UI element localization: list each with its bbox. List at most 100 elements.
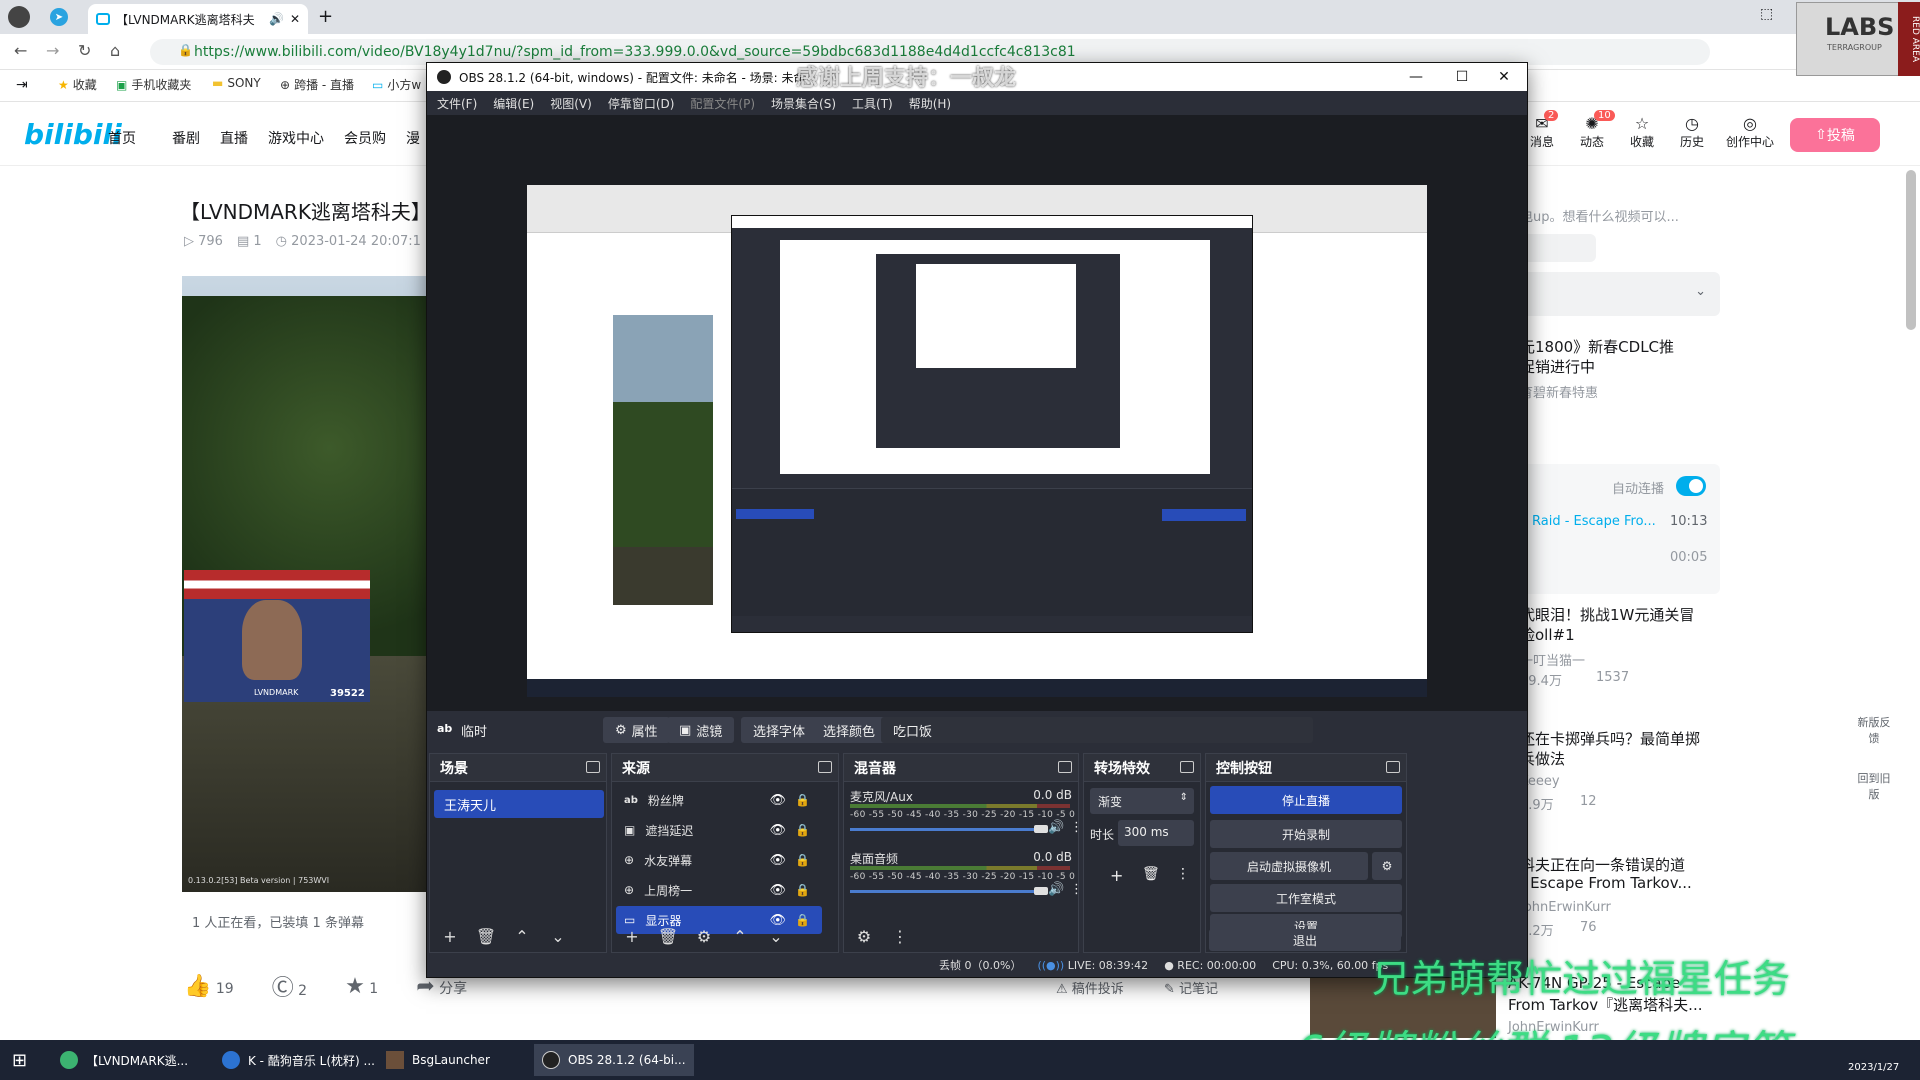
taskbar-app-browser[interactable]: 【LVNDMARK逃...	[52, 1044, 196, 1076]
lock-icon[interactable]: 🔒	[795, 793, 810, 807]
nav-game[interactable]: 游戏中心	[268, 128, 324, 148]
kebab-menu-icon[interactable]: ⋮	[888, 927, 912, 946]
undock-icon[interactable]	[1180, 761, 1194, 773]
rec1-title[interactable]: Raid - Escape Fro...	[1532, 514, 1656, 529]
kebab-menu-icon[interactable]: ⋮	[1070, 820, 1083, 835]
kebab-menu-icon[interactable]: ⋮	[1176, 866, 1190, 882]
virtual-camera-settings-button[interactable]: ⚙	[1372, 852, 1402, 880]
bookmark-mobile[interactable]: ▣ 手机收藏夹	[116, 76, 191, 93]
speaker-icon[interactable]: 🔊	[1048, 882, 1064, 897]
video-player[interactable]: LVNDMARK 39522 0.13.0.2[53] Beta version…	[182, 276, 428, 892]
obs-close-button[interactable]: ✕	[1481, 63, 1527, 91]
side-feedback-button[interactable]: 新版反馈	[1856, 714, 1892, 746]
nav-anime[interactable]: 番剧	[172, 128, 200, 148]
telegram-icon[interactable]: ➤	[50, 8, 68, 26]
arrow-down-icon[interactable]: ⌄	[546, 927, 570, 946]
rec2-title-2[interactable]: 险oll#1	[1520, 624, 1575, 645]
source-item[interactable]: ▣ 遮挡延迟 👁 🔒	[616, 816, 822, 844]
rec4-title[interactable]: 科夫正在向一条错误的道	[1520, 854, 1685, 875]
rec4-title-2[interactable]: - Escape From Tarkov...	[1520, 874, 1692, 892]
nav-favorites[interactable]: ☆ 收藏	[1622, 114, 1662, 150]
forward-icon[interactable]: →	[46, 41, 59, 60]
source-item[interactable]: ab 粉丝牌 👁 🔒	[616, 786, 822, 814]
speaker-icon[interactable]: 🔊	[1048, 820, 1064, 835]
volume-knob[interactable]	[1034, 887, 1048, 895]
text-content-field[interactable]: 吃口饭	[881, 717, 1313, 743]
nav-dynamic[interactable]: ✺ 10 动态	[1572, 110, 1615, 150]
select-color-button[interactable]: 选择颜色	[811, 717, 888, 743]
follow-button[interactable]	[1520, 234, 1596, 262]
arrow-up-icon[interactable]: ⌃	[510, 927, 534, 946]
window-min-icon[interactable]: ⬚	[1760, 6, 1773, 22]
undock-icon[interactable]	[586, 761, 600, 773]
stop-stream-button[interactable]: 停止直播	[1210, 786, 1402, 814]
volume-slider[interactable]	[850, 887, 1048, 895]
rec5-title-2[interactable]: From Tarkov『逃离塔科夫...	[1508, 994, 1702, 1015]
rec4-author[interactable]: JohnErwinKurr	[1520, 900, 1611, 915]
studio-mode-button[interactable]: 工作室模式	[1210, 884, 1402, 912]
nav-home[interactable]: 首页	[108, 128, 136, 148]
source-item[interactable]: ⊕ 上周榜一 👁 🔒	[616, 876, 822, 904]
autoplay-toggle[interactable]	[1676, 476, 1706, 496]
ad-title[interactable]: 元1800》新春CDLC推	[1520, 336, 1674, 357]
nav-history[interactable]: ◷ 历史	[1672, 114, 1712, 150]
volume-slider[interactable]	[850, 825, 1048, 833]
obs-minimize-button[interactable]: —	[1393, 63, 1439, 91]
rec3-title[interactable]: 还在卡掷弹兵吗？最简单掷	[1520, 728, 1700, 749]
gear-icon[interactable]: ⚙	[852, 927, 876, 946]
arrow-down-icon[interactable]: ⌄	[764, 927, 788, 946]
menu-tools[interactable]: 工具(T)	[852, 95, 893, 112]
taskbar-app-kugou[interactable]: K - 酷狗音乐 L(枕籽) ...	[214, 1044, 383, 1076]
favorite-button[interactable]: ★ 1	[345, 974, 378, 999]
nav-creator[interactable]: ◎ 创作中心	[1722, 114, 1778, 150]
nav-shop[interactable]: 会员购	[344, 128, 386, 148]
source-item[interactable]: ⊕ 水友弹幕 👁 🔒	[616, 846, 822, 874]
visibility-icon[interactable]: 👁	[769, 853, 786, 868]
menu-edit[interactable]: 编辑(E)	[493, 95, 534, 112]
ad-title-2[interactable]: 促销进行中	[1520, 356, 1595, 377]
rec5-title[interactable]: AK-74N GP-25 - Escape	[1508, 974, 1680, 992]
trash-icon[interactable]: 🗑	[656, 927, 680, 946]
browser-menu-icon[interactable]	[8, 6, 30, 28]
filters-button[interactable]: ▣ 滤镜	[667, 717, 735, 743]
undock-icon[interactable]	[1058, 761, 1072, 773]
trash-icon[interactable]: 🗑	[474, 927, 498, 946]
bookmark-sony[interactable]: ▬ SONY	[212, 76, 261, 90]
sidebar-toggle-icon[interactable]: ⇥	[16, 77, 28, 93]
rec2-title[interactable]: 代眼泪！挑战1W元通关冒	[1520, 604, 1694, 625]
add-icon[interactable]: +	[620, 927, 644, 946]
menu-docks[interactable]: 停靠窗口(D)	[608, 95, 675, 112]
new-tab-button[interactable]: +	[318, 6, 333, 27]
select-font-button[interactable]: 选择字体	[741, 717, 818, 743]
transition-select[interactable]: 渐变 ⇕	[1090, 788, 1194, 814]
undock-icon[interactable]	[818, 761, 832, 773]
obs-preview-canvas[interactable]	[527, 185, 1427, 697]
properties-button[interactable]: ⚙ 属性	[603, 717, 670, 743]
taskbar-app-bsg[interactable]: BsgLauncher	[378, 1044, 498, 1076]
nav-manga[interactable]: 漫	[406, 128, 420, 148]
arrow-up-icon[interactable]: ⌃	[728, 927, 752, 946]
scene-item[interactable]: 王涛天儿	[434, 790, 604, 818]
taskbar-app-obs[interactable]: OBS 28.1.2 (64-bi...	[534, 1044, 694, 1076]
side-oldversion-button[interactable]: 回到旧版	[1856, 770, 1892, 802]
collection-dropdown[interactable]: ⌄	[1520, 272, 1720, 316]
menu-profile[interactable]: 配置文件(P)	[690, 95, 755, 112]
rec2-author[interactable]: 一叮当猫一	[1520, 650, 1585, 669]
add-icon[interactable]: +	[1110, 866, 1123, 885]
report-button[interactable]: ⚠ 稿件投诉	[1056, 978, 1124, 997]
menu-file[interactable]: 文件(F)	[437, 95, 477, 112]
bookmark-xiaofang[interactable]: ▭ 小方w	[372, 76, 421, 93]
trash-icon[interactable]: 🗑	[1142, 866, 1160, 882]
tab-audio-icon[interactable]: 🔊	[269, 12, 284, 26]
obs-maximize-button[interactable]: ☐	[1439, 63, 1485, 91]
menu-view[interactable]: 视图(V)	[550, 95, 592, 112]
undock-icon[interactable]	[1386, 761, 1400, 773]
visibility-icon[interactable]: 👁	[769, 883, 786, 898]
visibility-icon[interactable]: 👁	[769, 793, 786, 808]
like-button[interactable]: 👍 19	[184, 974, 234, 999]
menu-scene-collection[interactable]: 场景集合(S)	[771, 95, 836, 112]
rec5-thumb[interactable]	[1310, 974, 1496, 1038]
lock-icon[interactable]: 🔒	[795, 883, 810, 897]
coin-button[interactable]: Ⓒ 2	[272, 970, 307, 1002]
visibility-icon[interactable]: 👁	[769, 823, 786, 838]
